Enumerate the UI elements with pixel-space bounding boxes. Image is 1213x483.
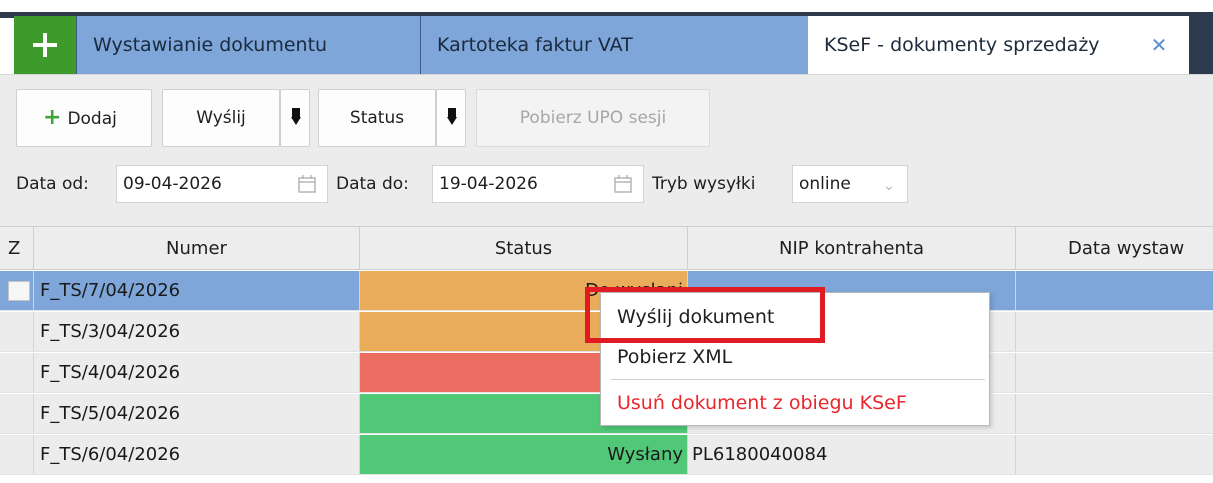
date-to-field[interactable]: 19-04-2026 bbox=[432, 165, 644, 203]
add-button[interactable]: + Dodaj bbox=[16, 89, 152, 147]
menu-item-download-xml[interactable]: Pobierz XML bbox=[601, 339, 989, 375]
dropdown-arrow-icon bbox=[447, 108, 457, 125]
tab-wystawianie-dokumentu[interactable]: Wystawianie dokumentu bbox=[76, 16, 420, 74]
row-select-cell[interactable] bbox=[0, 353, 34, 392]
highlight-annotation bbox=[585, 287, 825, 343]
nip-cell: PL6180040084 bbox=[688, 435, 1016, 474]
add-tab-button[interactable] bbox=[14, 16, 76, 74]
table-row[interactable]: F_TS/6/04/2026 Wysłany PL6180040084 bbox=[0, 435, 1213, 475]
numer-cell: F_TS/4/04/2026 bbox=[34, 353, 360, 392]
tab-label: KSeF - dokumenty sprzedaży bbox=[824, 34, 1100, 56]
send-mode-label: Tryb wysyłki bbox=[652, 174, 756, 194]
date-cell bbox=[1016, 394, 1213, 433]
row-select-cell[interactable] bbox=[0, 312, 34, 351]
status-dropdown-button[interactable] bbox=[436, 89, 466, 147]
numer-cell: F_TS/7/04/2026 bbox=[34, 271, 360, 310]
toolbar: + Dodaj Wyślij Status Pobierz UPO sesji D… bbox=[0, 74, 1213, 226]
row-checkbox[interactable] bbox=[8, 281, 30, 301]
tab-bar-edge bbox=[1189, 16, 1213, 74]
calendar-icon[interactable] bbox=[613, 174, 633, 194]
tab-bar: Wystawianie dokumentu Kartoteka faktur V… bbox=[0, 0, 1213, 78]
status-cell: Wysłany bbox=[360, 435, 688, 474]
date-cell bbox=[1016, 271, 1213, 310]
menu-item-remove-from-ksef[interactable]: Usuń dokument z obiegu KSeF bbox=[601, 385, 989, 421]
date-from-field[interactable]: 09-04-2026 bbox=[116, 165, 328, 203]
chevron-down-icon: ⌄ bbox=[883, 178, 895, 194]
plus-icon bbox=[33, 33, 57, 57]
column-header-status[interactable]: Status bbox=[360, 227, 688, 270]
date-cell bbox=[1016, 312, 1213, 351]
send-mode-select[interactable]: online ⌄ bbox=[792, 165, 908, 203]
numer-cell: F_TS/3/04/2026 bbox=[34, 312, 360, 351]
status-button-label: Status bbox=[349, 108, 405, 128]
plus-icon: + bbox=[43, 105, 62, 130]
close-tab-icon[interactable]: ✕ bbox=[1144, 16, 1174, 74]
column-header-nip[interactable]: NIP kontrahenta bbox=[688, 227, 1016, 270]
tab-ksef-dokumenty-sprzedazy[interactable]: KSeF - dokumenty sprzedaży ✕ bbox=[808, 16, 1189, 74]
menu-divider bbox=[611, 379, 985, 380]
tab-kartoteka-faktur[interactable]: Kartoteka faktur VAT bbox=[420, 16, 808, 74]
send-button[interactable]: Wyślij bbox=[162, 89, 280, 147]
send-button-label: Wyślij bbox=[196, 108, 246, 128]
dropdown-arrow-icon bbox=[291, 108, 301, 125]
date-from-label: Data od: bbox=[16, 174, 89, 194]
send-mode-value: online bbox=[799, 174, 851, 194]
date-to-label: Data do: bbox=[336, 174, 409, 194]
table-header: Z Numer Status NIP kontrahenta Data wyst… bbox=[0, 226, 1213, 270]
date-from-value: 09-04-2026 bbox=[123, 174, 222, 194]
add-button-label: Dodaj bbox=[67, 109, 117, 129]
row-select-cell[interactable] bbox=[0, 271, 34, 310]
calendar-icon[interactable] bbox=[297, 174, 317, 194]
row-select-cell[interactable] bbox=[0, 435, 34, 474]
numer-cell: F_TS/6/04/2026 bbox=[34, 435, 360, 474]
send-dropdown-button[interactable] bbox=[280, 89, 310, 147]
tab-label: Wystawianie dokumentu bbox=[93, 34, 328, 56]
download-upo-label: Pobierz UPO sesji bbox=[519, 108, 667, 128]
numer-cell: F_TS/5/04/2026 bbox=[34, 394, 360, 433]
column-header-data-wystawienia[interactable]: Data wystaw bbox=[1016, 227, 1213, 270]
date-cell bbox=[1016, 435, 1213, 474]
date-to-value: 19-04-2026 bbox=[439, 174, 538, 194]
tab-label: Kartoteka faktur VAT bbox=[437, 34, 633, 56]
download-upo-button[interactable]: Pobierz UPO sesji bbox=[476, 89, 710, 147]
column-header-numer[interactable]: Numer bbox=[34, 227, 360, 270]
column-header-z[interactable]: Z bbox=[0, 227, 34, 270]
date-cell bbox=[1016, 353, 1213, 392]
row-select-cell[interactable] bbox=[0, 394, 34, 433]
status-button[interactable]: Status bbox=[318, 89, 436, 147]
